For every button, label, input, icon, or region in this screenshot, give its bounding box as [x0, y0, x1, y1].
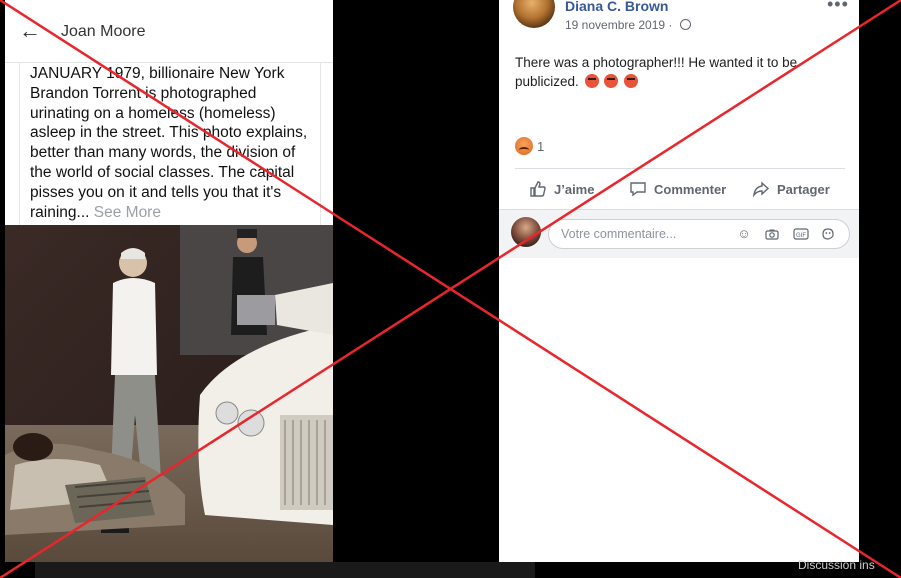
left-page-title: Joan Moore — [61, 23, 146, 40]
post-text: There was a photographer!!! He wanted it… — [515, 54, 835, 91]
comment-button[interactable]: Commenter — [629, 180, 726, 198]
left-post-body: JANUARY 1979, billionaire New York Brand… — [30, 64, 318, 222]
post-author-name[interactable]: Diana C. Brown — [565, 0, 668, 14]
speech-bubble-icon — [630, 182, 646, 197]
left-post-text: JANUARY 1979, billionaire New York Brand… — [30, 65, 308, 221]
comment-input[interactable]: Votre commentaire... ☺ GIF — [548, 219, 850, 249]
share-arrow-icon — [752, 181, 770, 198]
like-label: J’aime — [554, 181, 595, 197]
globe-icon — [679, 19, 691, 30]
user-avatar — [511, 217, 541, 247]
thumbs-up-icon — [530, 181, 546, 197]
share-label: Partager — [777, 181, 830, 197]
divider — [515, 168, 845, 169]
sticker-icon[interactable] — [821, 227, 835, 241]
comment-placeholder: Votre commentaire... — [561, 227, 677, 241]
angry-emoji-icon — [624, 73, 639, 88]
see-more-link[interactable]: See More — [94, 204, 161, 221]
post-photo — [5, 225, 333, 562]
more-options-icon[interactable]: ••• — [827, 0, 849, 15]
svg-text:GIF: GIF — [796, 233, 806, 239]
comment-label: Commenter — [654, 181, 727, 197]
post-date-text: 19 novembre 2019 · — [565, 18, 673, 32]
street-photo-illustration — [5, 225, 333, 562]
reaction-count[interactable]: 1 — [537, 139, 544, 154]
footer-text: Discussion ins — [798, 558, 875, 572]
like-button[interactable]: J’aime — [529, 180, 594, 198]
author-avatar[interactable] — [513, 0, 555, 28]
angry-emoji-icon — [584, 73, 599, 88]
post-text-content: There was a photographer!!! He wanted it… — [515, 55, 798, 89]
arrow-left-icon[interactable]: ← — [19, 20, 41, 42]
smiley-icon[interactable]: ☺ — [737, 227, 751, 241]
left-header: ← Joan Moore — [5, 0, 333, 63]
angry-emoji-icon — [604, 73, 619, 88]
right-post-card: Diana C. Brown 19 novembre 2019 · ••• Th… — [499, 0, 859, 562]
left-post-screenshot: ← Joan Moore JANUARY 1979, billionaire N… — [5, 0, 333, 562]
angry-reaction-icon[interactable] — [515, 137, 533, 155]
post-date[interactable]: 19 novembre 2019 · — [565, 18, 691, 32]
share-button[interactable]: Partager — [752, 180, 830, 198]
camera-icon[interactable] — [765, 227, 779, 241]
bottom-strip — [35, 562, 535, 578]
gif-icon[interactable]: GIF — [793, 227, 809, 241]
